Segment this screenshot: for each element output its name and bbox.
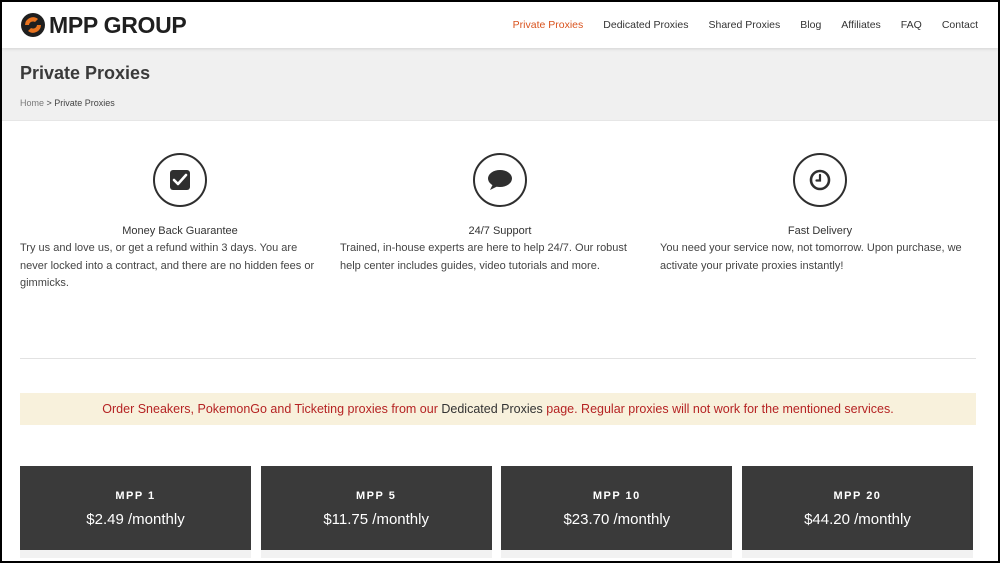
- plan-name: MPP 1: [115, 490, 156, 502]
- plan-price: $2.49 /monthly: [86, 511, 185, 528]
- nav-dedicated-proxies[interactable]: Dedicated Proxies: [603, 19, 688, 31]
- clock-icon: [809, 169, 831, 191]
- nav-faq[interactable]: FAQ: [901, 19, 922, 31]
- feature-description: Trained, in-house experts are here to he…: [340, 242, 627, 272]
- plan-card-mpp-10[interactable]: MPP 10 $23.70 /monthly: [501, 466, 733, 558]
- section-divider: [20, 358, 976, 359]
- logo[interactable]: MPP GROUP: [20, 11, 187, 39]
- feature-description: You need your service now, not tomorrow.…: [660, 242, 962, 272]
- feature-icon-circle: [793, 153, 847, 207]
- plan-name: MPP 5: [356, 490, 397, 502]
- notice-prefix: Order Sneakers, PokemonGo and Ticketing …: [102, 402, 438, 416]
- plan-card-mpp-1[interactable]: MPP 1 $2.49 /monthly: [20, 466, 251, 558]
- feature-icon-circle: [153, 153, 207, 207]
- feature-title: Money Back Guarantee: [122, 225, 238, 237]
- breadcrumb-home[interactable]: Home: [20, 98, 44, 108]
- checkbox-icon: [170, 170, 190, 190]
- nav-blog[interactable]: Blog: [800, 19, 821, 31]
- features-row: Money Back Guarantee Try us and love us,…: [2, 121, 998, 358]
- feature-title: Fast Delivery: [787, 225, 853, 237]
- plan-price: $11.75 /monthly: [323, 511, 429, 528]
- plan-price: $23.70 /monthly: [563, 511, 671, 528]
- plan-name: MPP 20: [833, 490, 882, 502]
- feature-description: Try us and love us, or get a refund with…: [20, 242, 315, 289]
- nav-contact[interactable]: Contact: [942, 19, 978, 31]
- plan-card-mpp-20[interactable]: MPP 20 $44.20 /monthly: [741, 466, 973, 558]
- breadcrumb: Home > Private Proxies: [20, 98, 980, 108]
- logo-text: MPP GROUP: [49, 11, 187, 38]
- plan-price: $44.20 /monthly: [804, 511, 911, 528]
- page-title: Private Proxies: [20, 63, 151, 83]
- dedicated-proxies-notice: Order Sneakers, PokemonGo and Ticketing …: [20, 393, 976, 425]
- nav-affiliates[interactable]: Affiliates: [841, 19, 881, 31]
- breadcrumb-separator: >: [44, 98, 55, 108]
- feature-fast-delivery: Fast Delivery You need your service now,…: [660, 153, 980, 358]
- breadcrumb-current: Private Proxies: [54, 98, 115, 108]
- feature-support: 24/7 Support Trained, in-house experts a…: [340, 153, 660, 358]
- notice-suffix: page. Regular proxies will not work for …: [546, 402, 894, 416]
- main-nav: Private Proxies Dedicated Proxies Shared…: [493, 19, 978, 31]
- plan-card-mpp-5[interactable]: MPP 5 $11.75 /monthly: [260, 466, 492, 558]
- page-title-band: Private Proxies Home > Private Proxies: [2, 48, 998, 121]
- feature-money-back: Money Back Guarantee Try us and love us,…: [20, 153, 340, 358]
- feature-icon-circle: [473, 153, 527, 207]
- notice-dedicated-proxies-link[interactable]: Dedicated Proxies: [441, 402, 542, 416]
- logo-mark-icon: [21, 13, 45, 37]
- chat-bubble-icon: [488, 170, 512, 190]
- pricing-plans: MPP 1 $2.49 /monthly MPP 5 $11.75 /month…: [20, 466, 973, 558]
- plan-name: MPP 10: [592, 490, 641, 502]
- feature-title: 24/7 Support: [468, 225, 532, 237]
- site-header: MPP GROUP Private Proxies Dedicated Prox…: [2, 2, 998, 48]
- nav-shared-proxies[interactable]: Shared Proxies: [708, 19, 780, 31]
- nav-private-proxies[interactable]: Private Proxies: [513, 19, 584, 31]
